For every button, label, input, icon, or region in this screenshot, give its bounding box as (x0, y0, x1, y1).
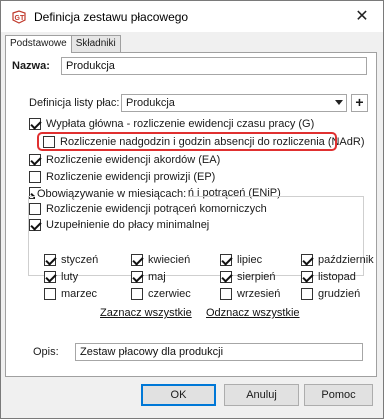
checkbox[interactable] (44, 287, 56, 300)
checkbox[interactable] (220, 270, 232, 283)
checkbox[interactable] (29, 153, 41, 166)
payroll-list-label: Definicja listy płac: (29, 97, 120, 109)
month-december[interactable]: grudzień (301, 286, 360, 301)
month-april[interactable]: kwiecień (131, 252, 190, 267)
month-november[interactable]: listopad (301, 269, 356, 284)
option-row[interactable]: Wypłata główna - rozliczenie ewidencji c… (29, 116, 314, 131)
month-january[interactable]: styczeń (44, 252, 98, 267)
option-label: Rozliczenie ewidencji prowizji (EP) (46, 170, 216, 183)
add-list-button[interactable]: + (351, 94, 368, 112)
checkbox[interactable] (131, 270, 143, 283)
app-logo-icon: GT (12, 10, 26, 24)
close-icon: ✕ (355, 8, 369, 25)
month-july[interactable]: lipiec (220, 252, 262, 267)
checkbox[interactable] (301, 253, 313, 266)
tab-strip: Podstawowe Składniki (5, 35, 121, 53)
month-label: grudzień (318, 287, 361, 300)
month-label: luty (61, 270, 79, 283)
month-label: sierpień (237, 270, 276, 283)
checkbox[interactable] (301, 287, 313, 300)
deselect-all-link[interactable]: Odznacz wszystkie (206, 307, 300, 319)
month-september[interactable]: wrzesień (220, 286, 280, 301)
month-label: październik (318, 253, 374, 266)
month-february[interactable]: luty (44, 269, 78, 284)
title-bar: GT Definicja zestawu płacowego ✕ (1, 1, 383, 32)
select-all-link[interactable]: Zaznacz wszystkie (100, 307, 192, 319)
help-button[interactable]: Pomoc (304, 384, 373, 406)
checkbox[interactable] (44, 270, 56, 283)
months-group-title: Obowiązywanie w miesiącach: (35, 188, 189, 200)
ok-button[interactable]: OK (141, 384, 216, 406)
name-label: Nazwa: (12, 60, 50, 72)
checkbox[interactable] (29, 170, 41, 183)
month-label: kwiecień (148, 253, 191, 266)
option-row[interactable]: Rozliczenie ewidencji akordów (EA) (29, 152, 220, 167)
checkbox[interactable] (220, 287, 232, 300)
checkbox[interactable] (29, 117, 41, 130)
option-label: Rozliczenie ewidencji akordów (EA) (46, 153, 221, 166)
option-row[interactable]: Rozliczenie ewidencji prowizji (EP) (29, 169, 215, 184)
window-title: Definicja zestawu płacowego (34, 10, 189, 24)
month-october[interactable]: październik (301, 252, 374, 267)
svg-text:GT: GT (15, 15, 25, 22)
month-label: listopad (318, 270, 356, 283)
dialog-window: GT Definicja zestawu płacowego ✕ Podstaw… (0, 0, 384, 419)
checkbox[interactable] (220, 253, 232, 266)
plus-icon: + (355, 94, 364, 110)
checkbox[interactable] (301, 270, 313, 283)
month-label: lipiec (237, 253, 263, 266)
month-label: wrzesień (237, 287, 281, 300)
payroll-list-value: Produkcja (126, 97, 175, 109)
month-may[interactable]: maj (131, 269, 166, 284)
name-field[interactable]: Produkcja (61, 57, 367, 75)
month-label: czerwiec (148, 287, 191, 300)
checkbox[interactable] (131, 287, 143, 300)
month-march[interactable]: marzec (44, 286, 97, 301)
tab-skladniki[interactable]: Składniki (70, 35, 121, 52)
tab-podstawowe[interactable]: Podstawowe (5, 35, 72, 53)
description-label: Opis: (33, 346, 59, 358)
month-label: marzec (61, 287, 98, 300)
chevron-down-icon (335, 100, 343, 105)
checkbox[interactable] (44, 253, 56, 266)
option-label: Wypłata główna - rozliczenie ewidencji c… (46, 117, 315, 130)
description-field[interactable]: Zestaw płacowy dla produkcji (75, 343, 363, 361)
month-label: maj (148, 270, 166, 283)
cancel-button[interactable]: Anuluj (224, 384, 299, 406)
month-label: styczeń (61, 253, 99, 266)
payroll-list-select[interactable]: Produkcja (121, 94, 347, 112)
month-june[interactable]: czerwiec (131, 286, 191, 301)
checkbox[interactable] (131, 253, 143, 266)
month-august[interactable]: sierpień (220, 269, 276, 284)
highlight-frame (37, 132, 337, 151)
close-button[interactable]: ✕ (347, 5, 377, 27)
